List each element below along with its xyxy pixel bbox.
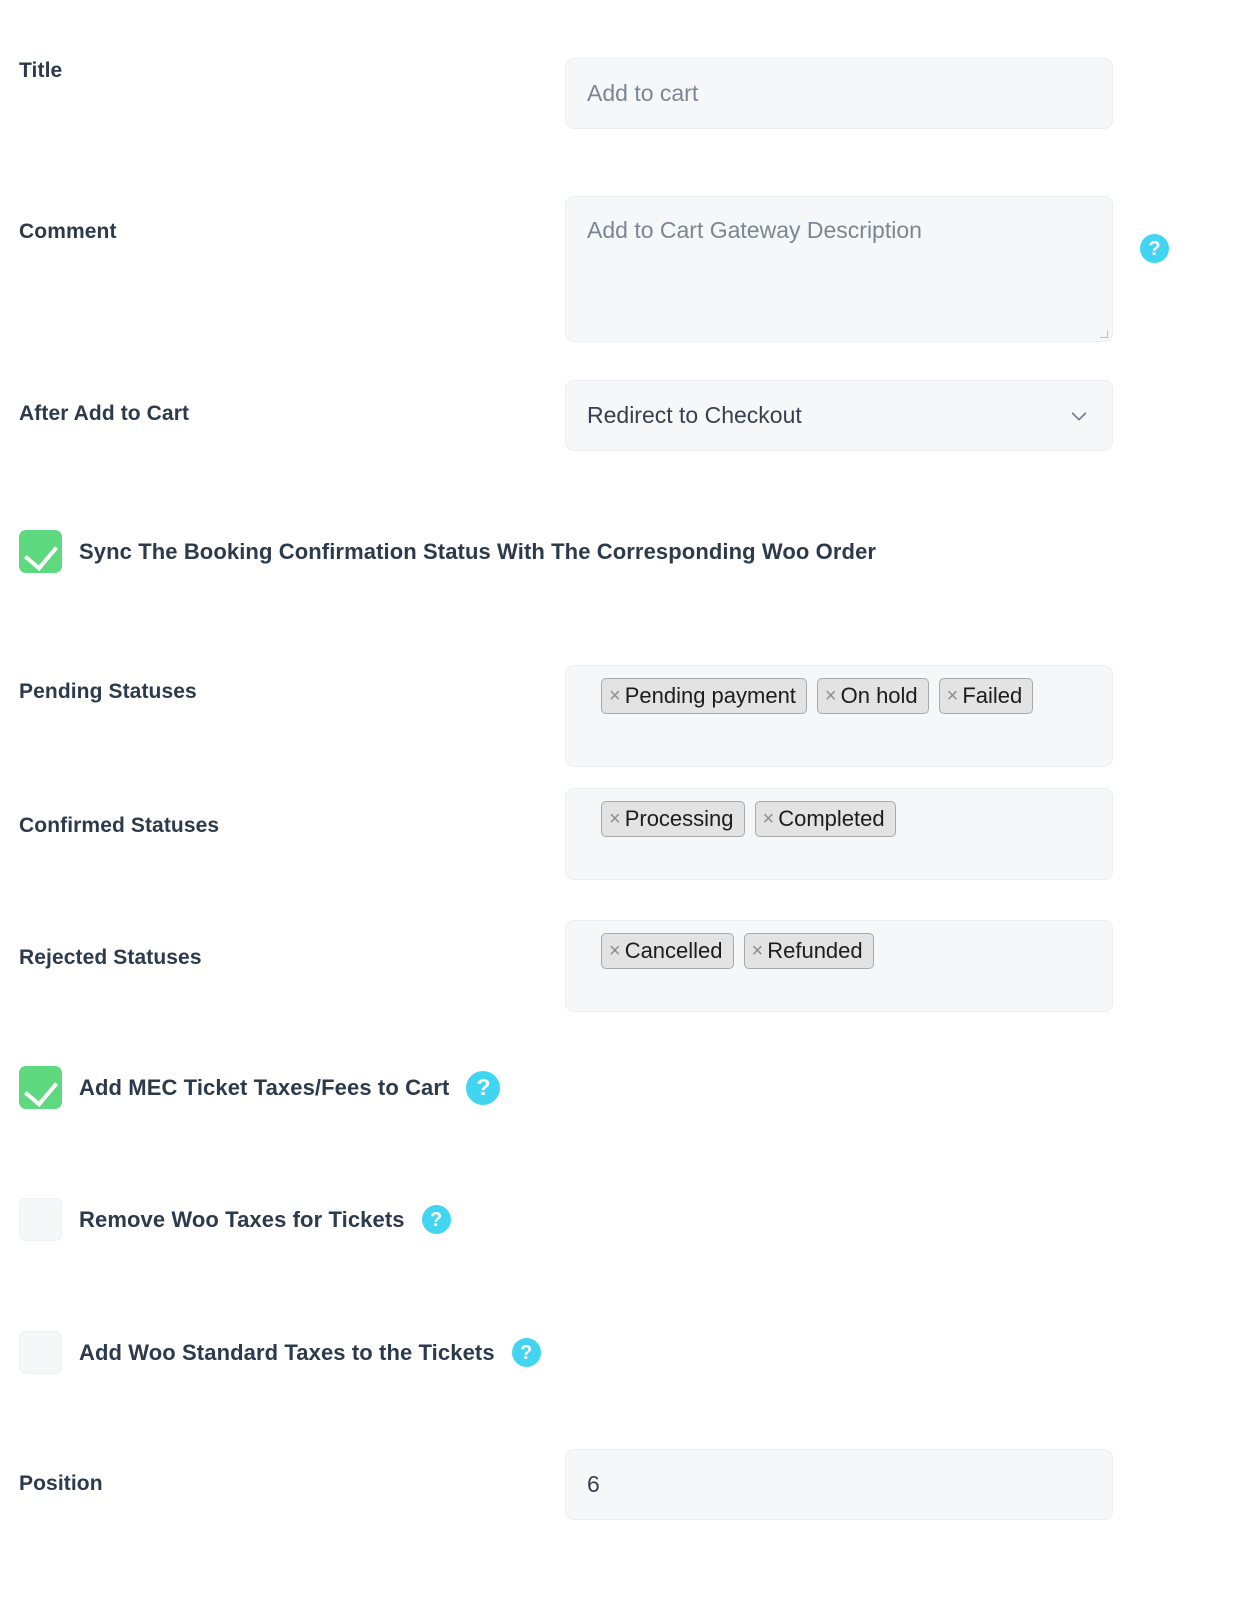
tag-remove-icon[interactable]: × [825,686,837,706]
field-wrapper-rejected-statuses: × Cancelled × Refunded [565,920,1235,1012]
question-mark-icon[interactable]: ? [1140,234,1169,263]
field-wrapper-comment: Add to Cart Gateway Description ? [565,196,1235,342]
tag-label: Refunded [767,938,863,963]
comment-placeholder: Add to Cart Gateway Description [587,217,922,243]
tag-item[interactable]: × Pending payment [601,678,807,714]
tag-label: Completed [778,806,885,831]
pending-statuses-tag-input[interactable]: × Pending payment × On hold × Failed [565,665,1113,767]
add-woo-standard-taxes-checkbox-row[interactable]: Add Woo Standard Taxes to the Tickets ? [19,1331,541,1374]
comment-textarea[interactable]: Add to Cart Gateway Description [565,196,1113,342]
label-pending-statuses: Pending Statuses [19,680,197,703]
tag-remove-icon[interactable]: × [763,809,775,829]
field-row-confirmed-statuses: Confirmed Statuses × Processing × Comple… [0,788,1235,880]
field-row-after-add-to-cart: After Add to Cart Redirect to Checkout [0,380,1235,451]
sync-booking-status-checkbox-row[interactable]: Sync The Booking Confirmation Status Wit… [19,530,876,573]
tag-item[interactable]: × Processing [601,801,745,837]
question-mark-icon[interactable]: ? [421,1205,451,1234]
question-mark-icon[interactable]: ? [511,1338,541,1367]
after-add-to-cart-selected-value: Redirect to Checkout [587,402,802,428]
add-mec-ticket-taxes-checkbox[interactable] [19,1066,62,1109]
chevron-down-icon [1071,411,1087,420]
settings-form-page: Title Add to cart Comment Add to Cart Ga… [0,0,1235,1600]
label-confirmed-statuses: Confirmed Statuses [19,814,220,837]
add-woo-standard-taxes-checkbox[interactable] [19,1331,62,1374]
tag-remove-icon[interactable]: × [609,941,621,961]
field-row-rejected-statuses: Rejected Statuses × Cancelled × Refunded [0,920,1235,1012]
label-after-add-to-cart: After Add to Cart [19,402,190,425]
tag-remove-icon[interactable]: × [947,686,959,706]
resize-handle-icon[interactable] [1099,329,1109,339]
sync-booking-status-checkbox[interactable] [19,530,62,573]
tag-label: Pending payment [624,683,796,708]
remove-woo-taxes-checkbox[interactable] [19,1198,62,1241]
add-woo-standard-taxes-label: Add Woo Standard Taxes to the Tickets [79,1339,495,1365]
label-title: Title [19,59,63,82]
field-wrapper-title: Add to cart [565,58,1235,129]
position-input[interactable]: 6 [565,1449,1113,1520]
tag-item[interactable]: × Cancelled [601,933,734,969]
sync-booking-status-label: Sync The Booking Confirmation Status Wit… [79,538,877,564]
field-row-position: Position 6 [0,1449,1235,1520]
tag-item[interactable]: × Failed [938,678,1034,714]
rejected-statuses-tag-input[interactable]: × Cancelled × Refunded [565,920,1113,1012]
remove-woo-taxes-checkbox-row[interactable]: Remove Woo Taxes for Tickets ? [19,1198,451,1241]
field-row-title: Title Add to cart [0,58,1235,129]
confirmed-statuses-tag-input[interactable]: × Processing × Completed [565,788,1113,880]
tag-label: On hold [840,683,918,708]
field-row-comment: Comment Add to Cart Gateway Description … [0,196,1235,342]
label-position: Position [19,1472,103,1495]
tag-remove-icon[interactable]: × [609,809,621,829]
tag-label: Failed [962,683,1023,708]
remove-woo-taxes-label: Remove Woo Taxes for Tickets [79,1206,405,1232]
title-input[interactable]: Add to cart [565,58,1113,129]
tag-remove-icon[interactable]: × [609,686,621,706]
field-wrapper-pending-statuses: × Pending payment × On hold × Failed [565,665,1235,767]
field-row-pending-statuses: Pending Statuses × Pending payment × On … [0,665,1235,767]
field-wrapper-after-add-to-cart: Redirect to Checkout [565,380,1235,451]
tag-remove-icon[interactable]: × [752,941,764,961]
add-mec-ticket-taxes-label: Add MEC Ticket Taxes/Fees to Cart [79,1074,450,1100]
question-mark-icon[interactable]: ? [466,1070,501,1105]
tag-label: Processing [624,806,734,831]
label-rejected-statuses: Rejected Statuses [19,946,202,969]
field-wrapper-position: 6 [565,1449,1235,1520]
field-wrapper-confirmed-statuses: × Processing × Completed [565,788,1235,880]
tag-label: Cancelled [624,938,723,963]
after-add-to-cart-select[interactable]: Redirect to Checkout [565,380,1113,451]
tag-item[interactable]: × Completed [754,801,896,837]
label-comment: Comment [19,220,117,243]
add-mec-ticket-taxes-checkbox-row[interactable]: Add MEC Ticket Taxes/Fees to Cart ? [19,1066,501,1109]
tag-item[interactable]: × Refunded [743,933,874,969]
tag-item[interactable]: × On hold [816,678,929,714]
